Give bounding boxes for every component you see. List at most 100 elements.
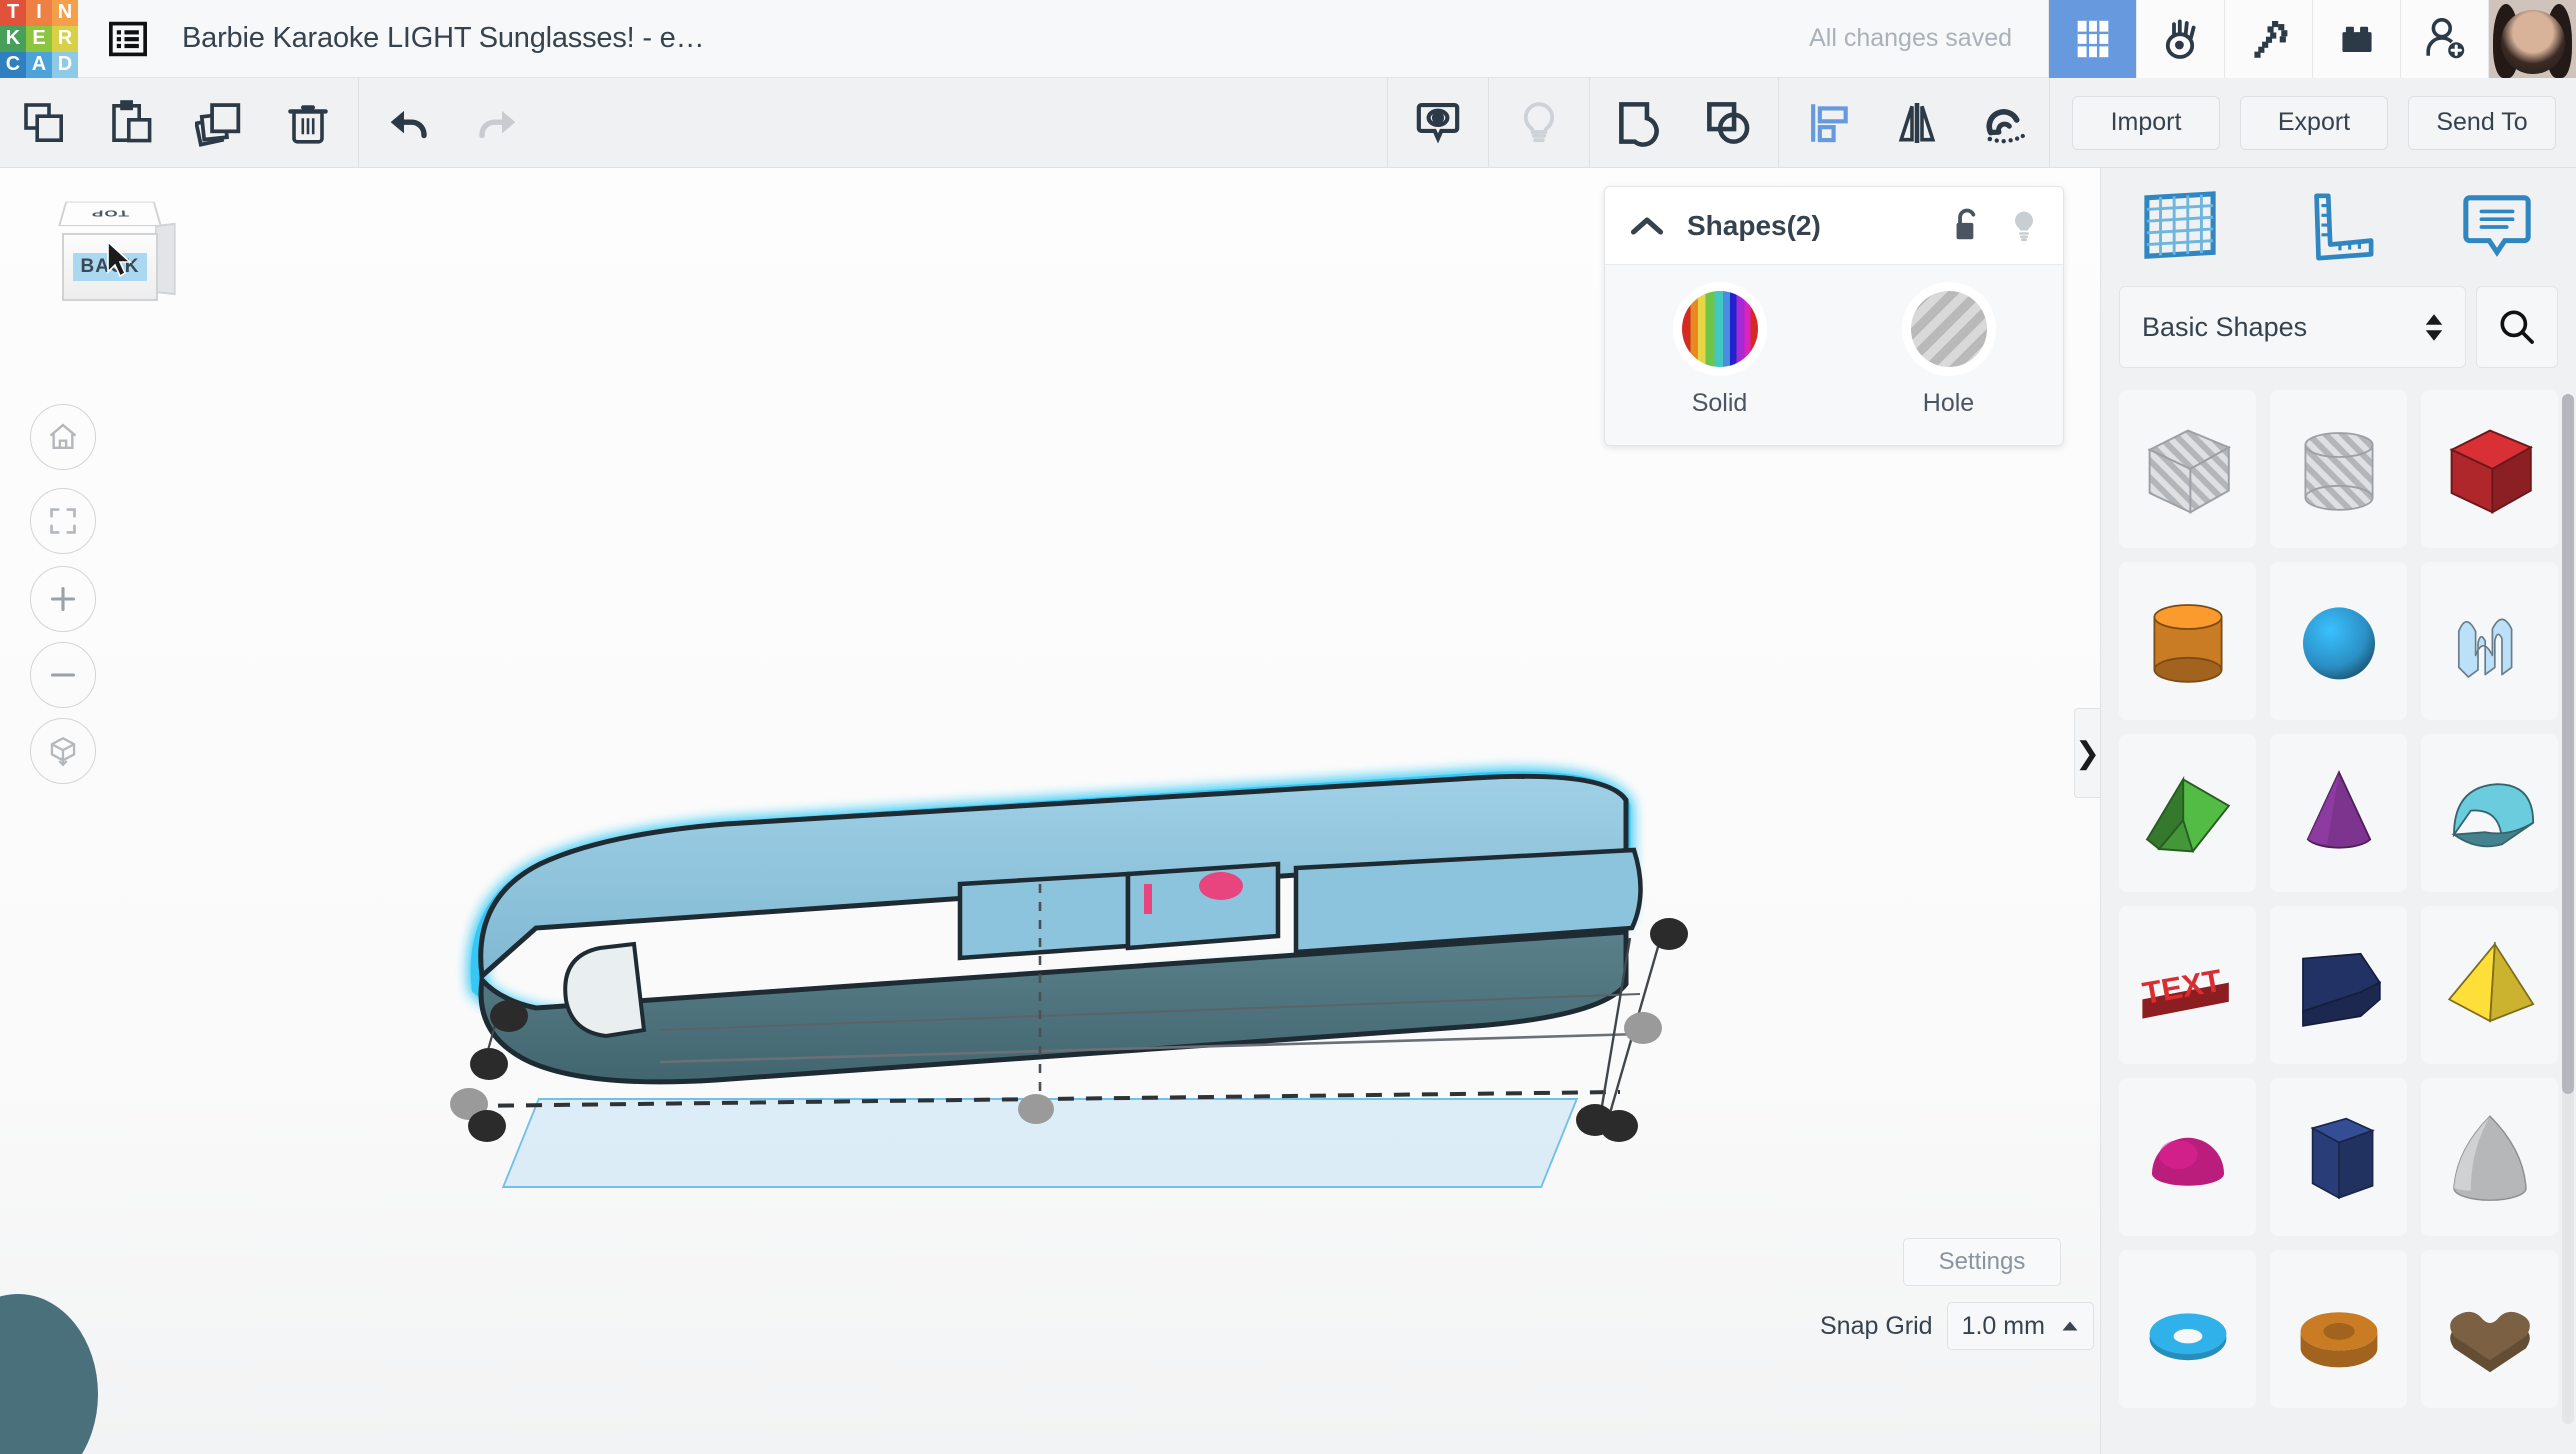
library-scrollbar-thumb[interactable] bbox=[2562, 394, 2574, 1094]
magnet-snap-icon[interactable] bbox=[1961, 78, 2049, 168]
selection-handle-center[interactable] bbox=[1018, 1094, 1054, 1124]
halfcyl-teal-thumb bbox=[2430, 753, 2550, 873]
shape-library-item-hexprism-blue[interactable] bbox=[2270, 1078, 2407, 1236]
workplane-tab[interactable] bbox=[2101, 190, 2259, 264]
shape-library-item-halfcyl-teal[interactable] bbox=[2421, 734, 2558, 892]
show-hide-icon[interactable] bbox=[1394, 78, 1482, 168]
ungroup-icon-glyph bbox=[1702, 97, 1754, 149]
save-status: All changes saved bbox=[1773, 0, 2048, 78]
box-red-thumb bbox=[2430, 409, 2550, 529]
chevron-up-icon bbox=[2061, 1320, 2079, 1332]
lightbulb-icon[interactable] bbox=[2009, 207, 2039, 245]
shape-library-item-halfsphere-pink[interactable] bbox=[2119, 1078, 2256, 1236]
document-list-icon[interactable] bbox=[98, 0, 158, 78]
shape-library-item-scribble-blue[interactable] bbox=[2421, 562, 2558, 720]
shape-mode-solid[interactable]: Solid bbox=[1605, 291, 1834, 418]
group-icon[interactable] bbox=[1596, 78, 1684, 168]
codeblocks-icon[interactable] bbox=[2136, 0, 2224, 78]
text-red-thumb: TEXT bbox=[2128, 925, 2248, 1045]
align-icon[interactable] bbox=[1785, 78, 1873, 168]
lightbulb-icon[interactable] bbox=[1495, 78, 1583, 168]
shape-search-button[interactable] bbox=[2476, 286, 2558, 368]
user-avatar[interactable] bbox=[2488, 0, 2576, 78]
document-title[interactable]: Barbie Karaoke LIGHT Sunglasses! - e… bbox=[182, 22, 704, 55]
minecraft-pickaxe-icon[interactable] bbox=[2224, 0, 2312, 78]
shapes-inspector-panel: Shapes(2) Solid Hole bbox=[1604, 186, 2064, 446]
align-icon-glyph bbox=[1804, 98, 1854, 148]
shape-library-item-text-red[interactable]: TEXT bbox=[2119, 906, 2256, 1064]
shapes-panel-title: Shapes(2) bbox=[1687, 210, 1821, 242]
selection-handle-left-bottom[interactable] bbox=[468, 1110, 506, 1142]
selection-handle-right-top[interactable] bbox=[1650, 918, 1688, 950]
shape-library-item-box-red[interactable] bbox=[2421, 390, 2558, 548]
hole-swatch[interactable] bbox=[1911, 291, 1987, 367]
invite-user-icon[interactable] bbox=[2400, 0, 2488, 78]
copy-icon[interactable] bbox=[0, 78, 88, 168]
shape-library-item-cylinder-hole[interactable] bbox=[2270, 390, 2407, 548]
shape-mode-hole[interactable]: Hole bbox=[1834, 291, 2063, 418]
library-tab-bar bbox=[2101, 168, 2576, 286]
header-right-group: All changes saved bbox=[1773, 0, 2576, 78]
paste-icon-glyph bbox=[108, 99, 156, 147]
cylinder-orange-thumb bbox=[2128, 581, 2248, 701]
grid-blocks-icon[interactable] bbox=[2048, 0, 2136, 78]
grid-blocks-icon-glyph bbox=[2070, 16, 2116, 62]
group-icon-glyph bbox=[1614, 97, 1666, 149]
send-to-button[interactable]: Send To bbox=[2408, 96, 2556, 150]
ungroup-icon[interactable] bbox=[1684, 78, 1772, 168]
shape-library-item-heart-brown[interactable] bbox=[2421, 1250, 2558, 1408]
redo-icon-glyph bbox=[472, 98, 522, 148]
delete-icon-glyph bbox=[284, 99, 332, 147]
wedge-navy-thumb bbox=[2279, 925, 2399, 1045]
snap-grid-value: 1.0 mm bbox=[1962, 1312, 2045, 1341]
logo-cell-r: R bbox=[52, 26, 78, 52]
shape-library-item-tube-orange[interactable] bbox=[2270, 1250, 2407, 1408]
lego-brick-icon[interactable] bbox=[2312, 0, 2400, 78]
selection-handle-right-grey[interactable] bbox=[1624, 1012, 1662, 1044]
mirror-icon[interactable] bbox=[1873, 78, 1961, 168]
tinkercad-logo[interactable]: TINKERCAD bbox=[0, 0, 78, 78]
heart-brown-thumb bbox=[2430, 1269, 2550, 1389]
shapes-panel-header: Shapes(2) bbox=[1605, 187, 2063, 265]
shape-library-item-pyramid-yellow[interactable] bbox=[2421, 906, 2558, 1064]
shape-library-item-wedge-navy[interactable] bbox=[2270, 906, 2407, 1064]
import-button[interactable]: Import bbox=[2072, 96, 2220, 150]
panel-collapse-handle[interactable]: ❯ bbox=[2074, 708, 2100, 798]
lightbulb-icon-glyph bbox=[1515, 99, 1563, 147]
unlock-icon[interactable] bbox=[1951, 207, 1983, 245]
box-hole-thumb bbox=[2128, 409, 2248, 529]
selection-handle-left-lower[interactable] bbox=[470, 1048, 508, 1080]
shape-library-item-cone-purple[interactable] bbox=[2270, 734, 2407, 892]
note-tab[interactable] bbox=[2418, 190, 2576, 264]
selection-handle-right-bottom-b[interactable] bbox=[1600, 1110, 1638, 1142]
shape-library-item-box-hole[interactable] bbox=[2119, 390, 2256, 548]
avatar-face bbox=[2501, 10, 2565, 74]
paste-icon[interactable] bbox=[88, 78, 176, 168]
solid-color-swatch[interactable] bbox=[1682, 291, 1758, 367]
undo-icon[interactable] bbox=[365, 78, 453, 168]
chevron-up-icon[interactable] bbox=[1629, 215, 1665, 237]
shape-category-select[interactable]: Basic Shapes bbox=[2119, 286, 2466, 368]
cone-purple-thumb bbox=[2279, 753, 2399, 873]
shape-library-item-paraboloid-grey[interactable] bbox=[2421, 1078, 2558, 1236]
settings-button[interactable]: Settings bbox=[1903, 1238, 2061, 1286]
selection-handle-left-upper[interactable] bbox=[490, 1000, 528, 1032]
export-button[interactable]: Export bbox=[2240, 96, 2388, 150]
redo-icon[interactable] bbox=[453, 78, 541, 168]
duplicate-icon[interactable] bbox=[176, 78, 264, 168]
shape-library-item-cylinder-orange[interactable] bbox=[2119, 562, 2256, 720]
ruler-tab[interactable] bbox=[2259, 190, 2417, 264]
document-list-icon-glyph bbox=[107, 18, 149, 60]
logo-cell-k: K bbox=[0, 26, 26, 52]
delete-icon[interactable] bbox=[264, 78, 352, 168]
logo-cell-e: E bbox=[26, 26, 52, 52]
duplicate-icon-glyph bbox=[195, 98, 245, 148]
shape-library-item-sphere-blue[interactable] bbox=[2270, 562, 2407, 720]
snap-grid-select[interactable]: 1.0 mm bbox=[1947, 1302, 2094, 1350]
solid-label: Solid bbox=[1692, 389, 1748, 418]
shapes-panel-header-icons bbox=[1951, 207, 2039, 245]
shape-library-item-roof-green[interactable] bbox=[2119, 734, 2256, 892]
tube-orange-thumb bbox=[2279, 1269, 2399, 1389]
shape-library-item-torus-blue[interactable] bbox=[2119, 1250, 2256, 1408]
hole-label: Hole bbox=[1923, 389, 1974, 418]
